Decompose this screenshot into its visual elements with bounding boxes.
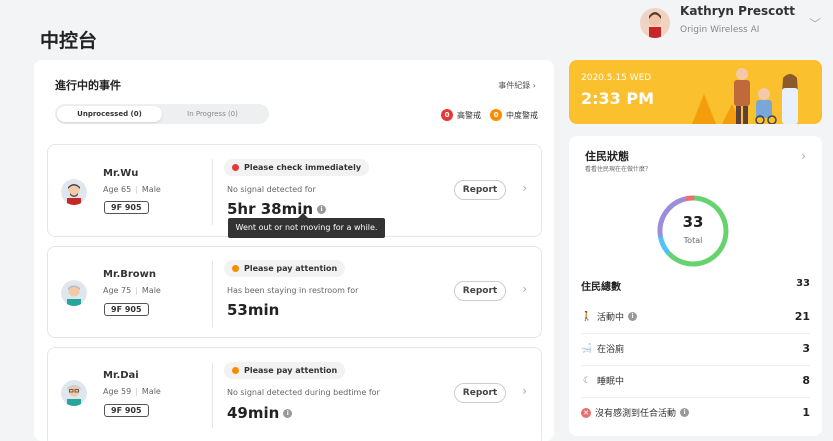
info-icon[interactable]: i xyxy=(317,205,327,214)
report-button[interactable]: Report xyxy=(454,281,506,301)
alert-badge: Please check immediately xyxy=(224,159,370,176)
events-title: 進行中的事件 xyxy=(55,79,121,92)
avatar xyxy=(640,8,671,38)
avatar xyxy=(61,280,87,306)
info-icon[interactable]: i xyxy=(628,312,638,321)
no-activity-icon: ✕ xyxy=(581,407,591,418)
chevron-down-icon[interactable]: ﹀ xyxy=(809,15,821,32)
info-icon[interactable]: i xyxy=(680,408,690,417)
resident-info: Age 59 | Male xyxy=(103,387,161,396)
avatar xyxy=(61,179,87,205)
high-alert-count: 0 xyxy=(441,109,453,121)
event-card[interactable]: Mr.Brown Age 75 | Male 9F 905 Please pay a… xyxy=(47,246,542,338)
alert-dot-icon xyxy=(232,265,239,272)
divider xyxy=(212,362,213,428)
resident-name: Mr.Wu xyxy=(103,168,139,179)
tab-in-progress[interactable]: In Progress (0) xyxy=(160,106,265,122)
alert-dot-icon xyxy=(232,164,239,171)
event-description: No signal detected during bedtime for xyxy=(227,388,380,397)
divider xyxy=(212,159,213,225)
event-card[interactable]: Mr.Dai Age 59 | Male 9F 905 Please pay att… xyxy=(47,347,542,441)
room-tag: 9F 905 xyxy=(104,303,149,316)
events-panel: 進行中的事件 事件紀錄 › Unprocessed (0) In Progres… xyxy=(34,60,554,441)
medium-alert-label: 中度警戒 xyxy=(506,110,538,120)
family-illustration-icon xyxy=(692,68,798,124)
user-name: Kathryn Prescott xyxy=(680,4,795,19)
status-row-no-activity[interactable]: ✕ 沒有感測到任合活動 i 1 xyxy=(581,406,810,419)
chevron-right-icon[interactable]: › xyxy=(522,282,527,296)
bath-icon: 🛁 xyxy=(581,343,593,354)
status-row-active[interactable]: 🚶 活動中 i 21 xyxy=(581,310,810,323)
resident-name: Mr.Dai xyxy=(103,370,139,381)
banner-date: 2020.5.15 WED xyxy=(581,73,652,83)
summary-label: 住民總數 xyxy=(581,282,621,293)
user-menu[interactable]: Kathryn Prescott Origin Wireless AI ﹀ xyxy=(640,4,821,38)
medium-alert-count: 0 xyxy=(490,109,502,121)
user-org: Origin Wireless AI xyxy=(680,24,760,35)
high-alert-label: 高警戒 xyxy=(457,110,481,120)
walking-icon: 🚶 xyxy=(581,311,593,322)
page-title: 中控台 xyxy=(40,30,98,52)
sleep-icon: ☾ xyxy=(582,375,592,386)
tab-unprocessed[interactable]: Unprocessed (0) xyxy=(57,106,162,122)
chevron-right-icon[interactable]: › xyxy=(801,149,806,163)
status-row-sleeping[interactable]: ☾ 睡眠中 8 xyxy=(581,374,810,387)
resident-info: Age 75 | Male xyxy=(103,286,161,295)
alert-badge: Please pay attention xyxy=(224,362,346,379)
alert-badge: Please pay attention xyxy=(224,260,346,277)
room-tag: 9F 905 xyxy=(104,201,149,214)
alert-legend: 0 高警戒 0 中度警戒 xyxy=(432,109,538,121)
status-title: 住民狀態 xyxy=(585,150,629,163)
resident-name: Mr.Brown xyxy=(103,269,157,280)
chevron-right-icon[interactable]: › xyxy=(522,181,527,195)
donut-total-value: 33 xyxy=(682,213,704,231)
chevron-right-icon[interactable]: › xyxy=(522,384,527,398)
date-banner: 2020.5.15 WED 2:33 PM xyxy=(569,60,822,124)
info-icon[interactable]: i xyxy=(283,409,293,418)
events-log-link[interactable]: 事件紀錄 › xyxy=(498,80,536,91)
banner-time: 2:33 PM xyxy=(581,89,655,108)
divider xyxy=(212,261,213,327)
event-duration: 49min i xyxy=(227,404,293,422)
summary-row: 住民總數 33 xyxy=(581,278,810,293)
event-duration: 5hr 38min i xyxy=(227,200,327,218)
status-row-bathroom[interactable]: 🛁 在浴廁 3 xyxy=(581,342,810,355)
event-tabs: Unprocessed (0) In Progress (0) xyxy=(55,104,269,124)
room-tag: 9F 905 xyxy=(104,404,149,417)
resident-info: Age 65 | Male xyxy=(103,185,161,194)
resident-status-panel: 住民狀態 看看住民現在在做什麼？ › 33 Total 住民總數 33 🚶 活動中… xyxy=(569,136,822,436)
summary-value: 33 xyxy=(796,278,810,289)
event-duration: 53min xyxy=(227,301,280,319)
event-description: No signal detected for xyxy=(227,185,316,194)
report-button[interactable]: Report xyxy=(454,383,506,403)
alert-dot-icon xyxy=(232,367,239,374)
avatar xyxy=(61,380,87,406)
donut-segment xyxy=(666,195,729,267)
status-subtitle: 看看住民現在在做什麼？ xyxy=(585,166,652,173)
donut-total-label: Total xyxy=(683,236,703,245)
event-description: Has been staying in restroom for xyxy=(227,286,359,295)
report-button[interactable]: Report xyxy=(454,180,506,200)
tooltip: Went out or not moving for a while. xyxy=(228,213,385,238)
status-donut xyxy=(657,195,729,267)
